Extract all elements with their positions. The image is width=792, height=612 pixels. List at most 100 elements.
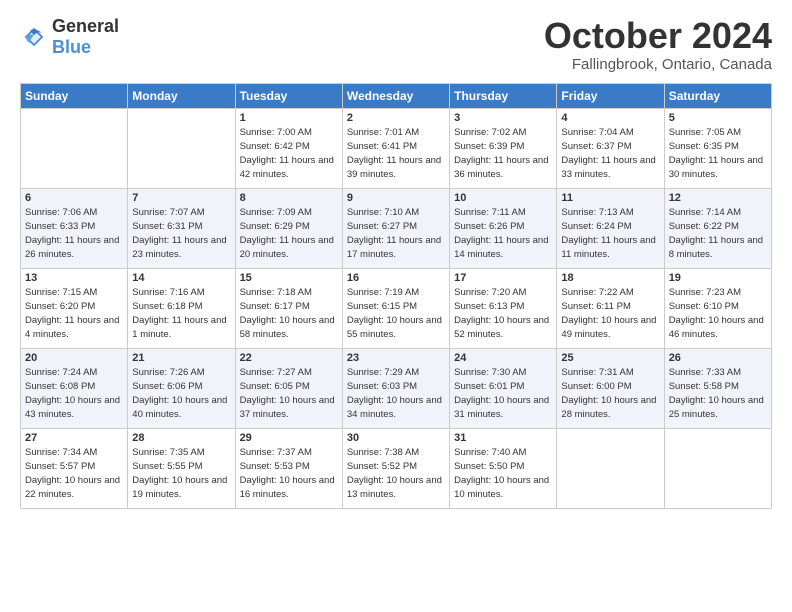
- calendar-cell: 10Sunrise: 7:11 AMSunset: 6:26 PMDayligh…: [450, 188, 557, 268]
- day-info-line: Sunrise: 7:09 AM: [240, 207, 312, 218]
- calendar-cell: [664, 428, 771, 508]
- day-info-line: Sunset: 6:22 PM: [669, 221, 739, 232]
- day-number: 9: [347, 192, 445, 204]
- day-number: 20: [25, 352, 123, 364]
- calendar-week-5: 27Sunrise: 7:34 AMSunset: 5:57 PMDayligh…: [21, 428, 772, 508]
- day-info: Sunrise: 7:00 AM Sunset: 6:42 PM Daylight:…: [240, 126, 338, 183]
- calendar-cell: 5Sunrise: 7:05 AMSunset: 6:35 PMDaylight…: [664, 108, 771, 188]
- calendar-cell: 21Sunrise: 7:26 AMSunset: 6:06 PMDayligh…: [128, 348, 235, 428]
- calendar-week-1: 1Sunrise: 7:00 AMSunset: 6:42 PMDaylight…: [21, 108, 772, 188]
- day-info-line: Sunset: 6:26 PM: [454, 221, 524, 232]
- day-info-line: Daylight: 11 hours and 42 minutes.: [240, 155, 334, 180]
- logo-blue: Blue: [52, 37, 91, 57]
- calendar-cell: [557, 428, 664, 508]
- header: General Blue October 2024 Fallingbrook, …: [20, 16, 772, 73]
- day-info: Sunrise: 7:10 AMSunset: 6:27 PMDaylight:…: [347, 206, 445, 263]
- page-container: General Blue October 2024 Fallingbrook, …: [0, 0, 792, 519]
- day-info-line: Sunrise: 7:23 AM: [669, 287, 741, 298]
- day-info: Sunrise: 7:24 AMSunset: 6:08 PMDaylight:…: [25, 366, 123, 423]
- day-info-line: Daylight: 10 hours and 55 minutes.: [347, 315, 442, 340]
- day-info-line: Sunset: 6:33 PM: [25, 221, 95, 232]
- day-info-line: Sunset: 5:50 PM: [454, 461, 524, 472]
- calendar-cell: 19Sunrise: 7:23 AMSunset: 6:10 PMDayligh…: [664, 268, 771, 348]
- day-info-line: Daylight: 10 hours and 25 minutes.: [669, 395, 764, 420]
- day-info-line: Daylight: 10 hours and 37 minutes.: [240, 395, 335, 420]
- day-info-line: Sunset: 5:58 PM: [669, 381, 739, 392]
- day-number: 27: [25, 432, 123, 444]
- day-info: Sunrise: 7:26 AMSunset: 6:06 PMDaylight:…: [132, 366, 230, 423]
- day-info-line: Sunrise: 7:35 AM: [132, 447, 204, 458]
- day-info-line: Daylight: 10 hours and 19 minutes.: [132, 475, 227, 500]
- day-info-line: Sunrise: 7:05 AM: [669, 127, 741, 138]
- day-info: Sunrise: 7:38 AMSunset: 5:52 PMDaylight:…: [347, 446, 445, 503]
- day-info: Sunrise: 7:02 AMSunset: 6:39 PMDaylight:…: [454, 126, 552, 183]
- day-info-line: Daylight: 10 hours and 16 minutes.: [240, 475, 335, 500]
- day-info-line: Sunrise: 7:37 AM: [240, 447, 312, 458]
- calendar-cell: 14Sunrise: 7:16 AMSunset: 6:18 PMDayligh…: [128, 268, 235, 348]
- day-info-line: Sunset: 6:42 PM: [240, 141, 310, 152]
- day-info-line: Sunset: 5:52 PM: [347, 461, 417, 472]
- day-info-line: Sunrise: 7:30 AM: [454, 367, 526, 378]
- day-info: Sunrise: 7:14 AM Sunset: 6:22 PM Daylight:…: [669, 206, 767, 263]
- day-info-line: Sunset: 6:18 PM: [132, 301, 202, 312]
- day-info-line: Daylight: 11 hours and 11 minutes.: [561, 235, 655, 260]
- calendar-cell: 18Sunrise: 7:22 AMSunset: 6:11 PMDayligh…: [557, 268, 664, 348]
- day-number: 14: [132, 272, 230, 284]
- day-info: Sunrise: 7:29 AMSunset: 6:03 PMDaylight:…: [347, 366, 445, 423]
- day-info: Sunrise: 7:33 AMSunset: 5:58 PMDaylight:…: [669, 366, 767, 423]
- calendar-title: October 2024: [544, 16, 772, 56]
- calendar-cell: 4Sunrise: 7:04 AMSunset: 6:37 PMDaylight…: [557, 108, 664, 188]
- day-info-line: Sunset: 6:17 PM: [240, 301, 310, 312]
- calendar-cell: 1Sunrise: 7:00 AMSunset: 6:42 PMDaylight…: [235, 108, 342, 188]
- day-info: Sunrise: 7:27 AMSunset: 6:05 PMDaylight:…: [240, 366, 338, 423]
- calendar-cell: 24Sunrise: 7:30 AMSunset: 6:01 PMDayligh…: [450, 348, 557, 428]
- day-info-line: Daylight: 11 hours and 17 minutes.: [347, 235, 441, 260]
- day-number: 17: [454, 272, 552, 284]
- header-sunday: Sunday: [21, 83, 128, 108]
- day-info-line: Sunset: 6:20 PM: [25, 301, 95, 312]
- day-info-line: Daylight: 11 hours and 23 minutes.: [132, 235, 226, 260]
- day-info-line: Daylight: 10 hours and 28 minutes.: [561, 395, 656, 420]
- day-info-line: Daylight: 11 hours and 20 minutes.: [240, 235, 334, 260]
- header-saturday: Saturday: [664, 83, 771, 108]
- day-info-line: Sunrise: 7:18 AM: [240, 287, 312, 298]
- day-info: Sunrise: 7:40 AMSunset: 5:50 PMDaylight:…: [454, 446, 552, 503]
- day-info-line: Sunset: 5:53 PM: [240, 461, 310, 472]
- day-info-line: Sunrise: 7:00 AM: [240, 127, 312, 138]
- header-thursday: Thursday: [450, 83, 557, 108]
- day-info-line: Sunset: 6:31 PM: [132, 221, 202, 232]
- day-number: 7: [132, 192, 230, 204]
- day-number: 10: [454, 192, 552, 204]
- calendar-cell: 3Sunrise: 7:02 AMSunset: 6:39 PMDaylight…: [450, 108, 557, 188]
- day-info-line: Sunrise: 7:10 AM: [347, 207, 419, 218]
- day-info: Sunrise: 7:07 AM Sunset: 6:31 PM Daylight:…: [132, 206, 230, 263]
- day-number: 26: [669, 352, 767, 364]
- day-info-line: Sunrise: 7:38 AM: [347, 447, 419, 458]
- day-info-line: Sunrise: 7:14 AM: [669, 207, 741, 218]
- day-info-line: Sunrise: 7:07 AM: [132, 207, 204, 218]
- day-number: 13: [25, 272, 123, 284]
- day-info-line: Daylight: 11 hours and 8 minutes.: [669, 235, 763, 260]
- header-wednesday: Wednesday: [342, 83, 449, 108]
- day-number: 6: [25, 192, 123, 204]
- day-info-line: Sunset: 6:29 PM: [240, 221, 310, 232]
- day-number: 8: [240, 192, 338, 204]
- calendar-cell: 2Sunrise: 7:01 AMSunset: 6:41 PMDaylight…: [342, 108, 449, 188]
- day-info-line: Daylight: 10 hours and 58 minutes.: [240, 315, 335, 340]
- day-info: Sunrise: 7:01 AMSunset: 6:41 PMDaylight:…: [347, 126, 445, 183]
- calendar-week-2: 6Sunrise: 7:06 AMSunset: 6:33 PMDaylight…: [21, 188, 772, 268]
- calendar-cell: 12Sunrise: 7:14 AMSunset: 6:22 PMDayligh…: [664, 188, 771, 268]
- day-number: 11: [561, 192, 659, 204]
- calendar-cell: 15Sunrise: 7:18 AMSunset: 6:17 PMDayligh…: [235, 268, 342, 348]
- day-info: Sunrise: 7:11 AMSunset: 6:26 PMDaylight:…: [454, 206, 552, 263]
- day-info: Sunrise: 7:37 AM Sunset: 5:53 PM Daylight:…: [240, 446, 338, 503]
- day-info-line: Daylight: 10 hours and 22 minutes.: [25, 475, 120, 500]
- day-info: Sunrise: 7:04 AMSunset: 6:37 PMDaylight:…: [561, 126, 659, 183]
- day-info: Sunrise: 7:09 AM Sunset: 6:29 PM Daylight:…: [240, 206, 338, 263]
- day-info-line: Sunrise: 7:11 AM: [454, 207, 526, 218]
- day-number: 30: [347, 432, 445, 444]
- day-info-line: Sunset: 6:39 PM: [454, 141, 524, 152]
- day-number: 19: [669, 272, 767, 284]
- day-number: 24: [454, 352, 552, 364]
- day-info-line: Sunset: 5:57 PM: [25, 461, 95, 472]
